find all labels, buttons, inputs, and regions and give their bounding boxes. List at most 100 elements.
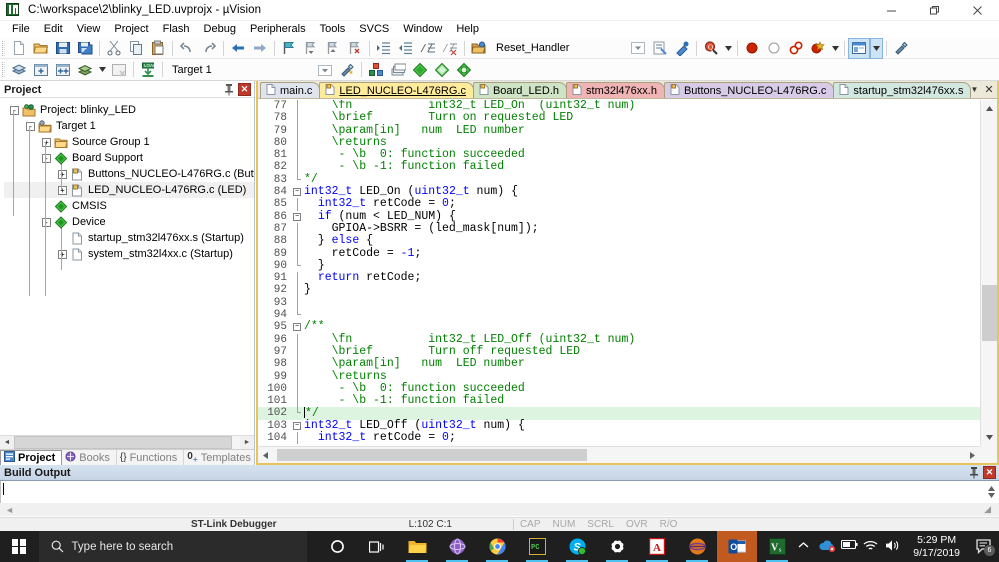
fold-margin[interactable] [292, 272, 304, 285]
fold-margin[interactable] [292, 112, 304, 125]
menu-peripherals[interactable]: Peripherals [243, 21, 313, 38]
stop-build-icon[interactable] [109, 60, 129, 79]
code-editor[interactable]: 77 \fn int32_t LED_On (uint32_t num) 78 \… [258, 100, 997, 463]
menu-edit[interactable]: Edit [37, 21, 70, 38]
paste-icon[interactable] [148, 39, 168, 58]
outlook-icon[interactable]: O [717, 531, 758, 562]
cut-icon[interactable] [104, 39, 124, 58]
scroll-down-arrow-icon[interactable] [981, 429, 997, 446]
build-icon[interactable] [31, 60, 51, 79]
scroll-right-arrow-icon[interactable] [965, 447, 980, 463]
tab-project[interactable]: Project [0, 449, 63, 466]
toolbar-grip[interactable] [2, 40, 5, 56]
code-line[interactable]: 82 - \b -1: function failed [258, 161, 980, 174]
editor-tab-led-nucleo-c[interactable]: LED_NUCLEO-L476RG.c [319, 82, 474, 98]
undo-icon[interactable] [177, 39, 197, 58]
fold-margin[interactable] [292, 432, 304, 445]
minimize-button[interactable] [870, 0, 913, 21]
hscroll-track[interactable] [14, 436, 240, 449]
fold-margin[interactable] [292, 407, 304, 419]
configure-icon[interactable] [891, 39, 911, 58]
wifi-icon[interactable] [863, 539, 878, 554]
code-line[interactable]: 88 } else { [258, 234, 980, 248]
download-icon[interactable]: LOAD [138, 60, 158, 79]
fold-margin[interactable] [292, 247, 304, 260]
scroll-right-arrow-icon[interactable]: ► [240, 436, 254, 449]
maximize-button[interactable] [913, 0, 956, 21]
taskbar-clock[interactable]: 5:29 PM 9/17/2019 [907, 534, 966, 560]
layout-dropdown-icon[interactable] [870, 37, 884, 59]
breakpoint-icon[interactable] [742, 39, 762, 58]
debug-settings-icon[interactable] [672, 39, 692, 58]
volume-icon[interactable] [885, 539, 900, 554]
fold-margin[interactable] [292, 124, 304, 137]
menu-file[interactable]: File [5, 21, 37, 38]
code-line[interactable]: 91 return retCode; [258, 271, 980, 285]
code-line[interactable]: 92} [258, 284, 980, 297]
tree-item-target[interactable]: - Target 1 [4, 118, 254, 134]
editor-tab-board-led-h[interactable]: Board_LED.h [472, 82, 568, 98]
expander-toggle[interactable]: + [42, 137, 51, 147]
fold-margin[interactable] [292, 358, 304, 371]
pack-installer-icon[interactable] [388, 60, 408, 79]
code-lines-container[interactable]: 77 \fn int32_t LED_On (uint32_t num) 78 \… [258, 100, 980, 446]
toolbar-grip[interactable] [2, 62, 5, 77]
expander-toggle[interactable]: + [58, 185, 67, 195]
editor-vscrollbar[interactable] [980, 100, 997, 446]
pin-icon[interactable] [223, 83, 235, 96]
task-view-icon[interactable] [357, 531, 397, 562]
fold-margin[interactable]: − [292, 420, 304, 432]
svn-icon[interactable] [410, 60, 430, 79]
bookmarks-icon[interactable] [808, 39, 828, 58]
pc-app-icon[interactable]: PC [517, 531, 557, 562]
code-line[interactable]: 89 retCode = -1; [258, 247, 980, 260]
fold-margin[interactable] [292, 235, 304, 248]
chevron-down-icon[interactable]: ▼ [970, 85, 978, 94]
hscroll-thumb[interactable] [277, 449, 587, 461]
pin-icon[interactable] [968, 466, 980, 479]
menu-svcs[interactable]: SVCS [352, 21, 396, 38]
rebuild-icon[interactable] [53, 60, 73, 79]
skype-icon[interactable]: S [557, 531, 597, 562]
fold-margin[interactable]: − [292, 211, 304, 223]
function-selector-label[interactable]: Reset_Handler [490, 42, 575, 54]
expander-toggle[interactable]: - [10, 105, 19, 115]
editor-tab-buttons-nucleo-c[interactable]: Buttons_NUCLEO-L476RG.c [663, 82, 835, 98]
menu-window[interactable]: Window [396, 21, 449, 38]
bookmarks-dropdown-icon[interactable] [830, 39, 840, 58]
close-icon[interactable]: ✕ [238, 83, 251, 96]
tree-item-system-c[interactable]: + system_stm32l4xx.c (Startup) [4, 246, 254, 262]
navigate-back-icon[interactable] [228, 39, 248, 58]
scroll-left-arrow-icon[interactable]: ◄ [0, 436, 14, 449]
fold-margin[interactable] [292, 100, 304, 113]
notifications-icon[interactable]: 6 [973, 531, 995, 562]
redo-icon[interactable] [199, 39, 219, 58]
show-hidden-icons-icon[interactable] [797, 539, 812, 554]
bookmark-prev-icon[interactable] [301, 39, 321, 58]
new-file-icon[interactable] [9, 39, 29, 58]
fold-margin[interactable]: − [292, 321, 304, 333]
code-line[interactable]: 93 [258, 296, 980, 310]
fold-margin[interactable] [292, 259, 304, 272]
fold-margin[interactable] [292, 395, 304, 408]
close-button[interactable] [956, 0, 999, 21]
build-output-vscrollbar[interactable] [983, 481, 999, 503]
comment-icon[interactable]: // [418, 39, 438, 58]
window-layout-icon[interactable] [848, 37, 871, 59]
editor-hscrollbar[interactable] [258, 446, 980, 463]
menu-help[interactable]: Help [449, 21, 486, 38]
fold-margin[interactable] [292, 370, 304, 383]
vscroll-thumb[interactable] [982, 285, 997, 341]
save-icon[interactable] [53, 39, 73, 58]
bookmark-toggle-icon[interactable] [279, 39, 299, 58]
tree-item-project[interactable]: - Project: blinky_LED [4, 102, 254, 118]
file-explorer-icon[interactable] [397, 531, 437, 562]
indent-icon[interactable] [374, 39, 394, 58]
fold-margin[interactable] [292, 284, 304, 297]
manage-run-time-env-icon[interactable] [337, 60, 357, 79]
find-dropdown-icon[interactable] [723, 39, 733, 58]
taskbar-search-box[interactable]: Type here to search [38, 531, 308, 562]
close-icon[interactable]: ✕ [983, 466, 996, 479]
batch-build-dropdown-icon[interactable] [97, 60, 107, 79]
editor-tab-startup-s[interactable]: startup_stm32l476xx.s [833, 82, 972, 98]
